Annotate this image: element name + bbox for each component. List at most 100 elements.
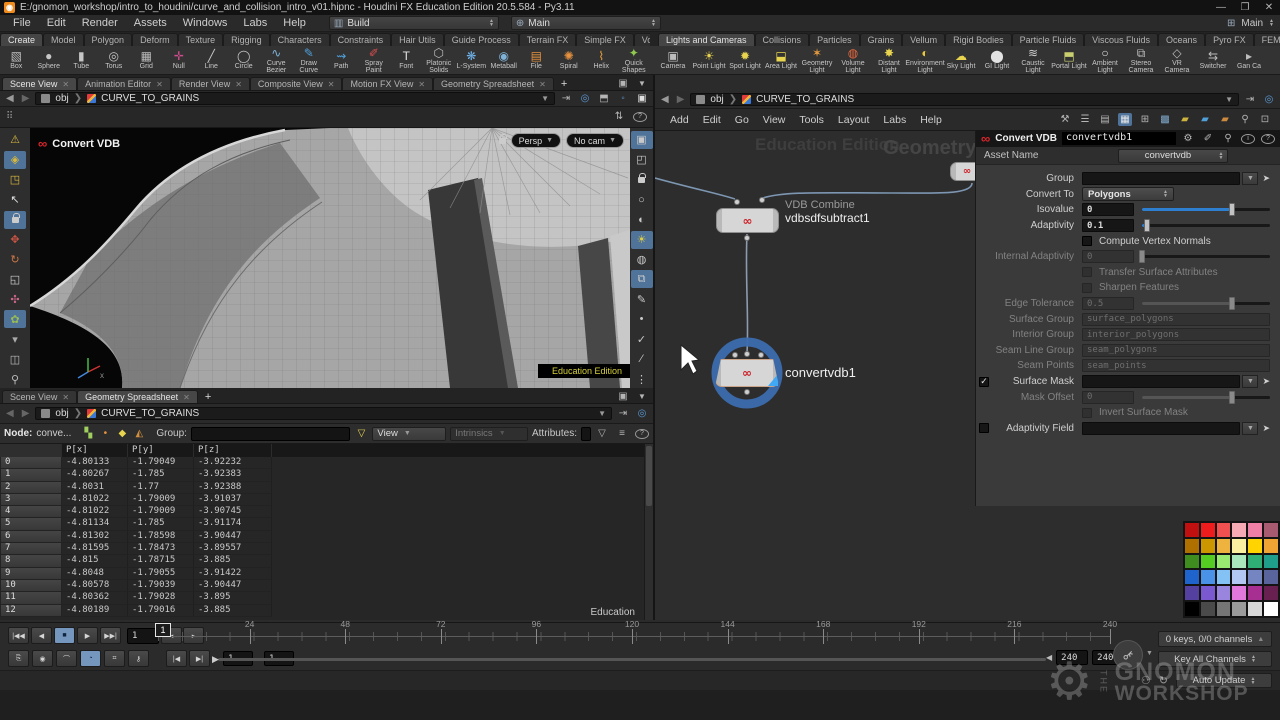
menu-button[interactable]: ▼ [1242,422,1258,435]
frame-range-icon[interactable]: ⌗ [104,650,125,667]
palette-swatch-16[interactable] [1248,555,1262,569]
palette-swatch-5[interactable] [1264,523,1278,537]
shelf-tab-rigid-bodies[interactable]: Rigid Bodies [945,33,1012,46]
network-menu-add[interactable]: Add [663,113,696,127]
shelf-tool-font[interactable]: TFont [390,46,423,75]
input-adaptivity-field[interactable] [1082,422,1240,435]
group-input[interactable] [191,427,350,441]
vectors-icon[interactable]: ⁄ [631,350,653,368]
tab-geometry-spreadsheet[interactable]: Geometry Spreadsheet✕ [433,77,554,90]
shelf-tool-tube[interactable]: ▮Tube [65,46,98,75]
checkbox-sharpen-features[interactable] [1082,283,1092,293]
camera-selector[interactable]: No cam▼ [566,133,624,148]
points-mode-icon[interactable]: ▚ [81,427,95,440]
menu-file[interactable]: File [6,16,38,30]
follow-playbar-icon[interactable]: ⎘ [8,650,29,667]
palette-swatch-20[interactable] [1217,570,1231,584]
snap-tool-icon[interactable]: ◳ [4,171,26,189]
sort-icon[interactable]: ⇅ [612,110,626,123]
frame-view-icon[interactable]: ◰ [631,151,653,169]
shelf-tab-characters[interactable]: Characters [270,33,330,46]
shelf-tool-path[interactable]: ⇝Path [325,46,358,75]
shelf-tool-grid[interactable]: ▦Grid [130,46,163,75]
input-mask-offset[interactable]: 0 [1082,391,1134,404]
stop-button[interactable]: ■ [54,627,75,644]
table-row[interactable]: 6-4.81302-1.78598-3.90447 [0,531,653,543]
palette-swatch-24[interactable] [1185,586,1199,600]
input-adaptivity[interactable]: 0.1 [1082,219,1134,232]
slider-mask-offset[interactable] [1142,396,1270,399]
palette-swatch-3[interactable] [1232,523,1246,537]
auto-update-select[interactable]: Auto Update▲▼ [1176,673,1272,688]
palette-swatch-2[interactable] [1217,523,1231,537]
key-menu-icon[interactable]: ▼ [1146,650,1153,657]
view-box-icon[interactable]: ◫ [4,350,26,368]
table-row[interactable]: 11-4.80362-1.79028-3.895 [0,592,653,604]
jump-start-button[interactable]: |◀◀ [8,627,29,644]
shelf-tool-circle[interactable]: ◯Circle [228,46,261,75]
palette-swatch-1[interactable] [1201,523,1215,537]
shelf-tab-polygon[interactable]: Polygon [84,33,133,46]
desk-label[interactable]: Main [1241,18,1263,29]
prims-mode-icon[interactable]: ◆ [115,427,129,440]
chevron-down-icon[interactable]: ▼ [1225,95,1233,104]
chevron-down-icon[interactable]: ▼ [598,409,606,418]
columns-icon[interactable]: ≡ [615,427,629,440]
back-icon[interactable]: ◀ [659,94,671,105]
pin-icon[interactable]: ⇥ [559,92,573,105]
node-input-dot[interactable] [744,351,750,357]
network-breadcrumb[interactable]: obj ❯ CURVE_TO_GRAINS ▼ [690,93,1239,106]
radial-menu-icon[interactable]: ◎ [1262,93,1276,106]
shelf-tool-null[interactable]: ✛Null [163,46,196,75]
color-palette-icon[interactable]: ▩ [1158,113,1172,126]
network-menu-layout[interactable]: Layout [831,113,877,127]
network-menu-labs[interactable]: Labs [876,113,913,127]
breadcrumb-root[interactable]: obj [55,93,68,104]
shelf-tab-volume[interactable]: Volume [634,33,650,46]
network-box-icon[interactable]: ▰ [1198,113,1212,126]
shelf-tab-texture[interactable]: Texture [178,33,224,46]
slider-handle[interactable] [1229,297,1235,310]
tree-icon[interactable]: ☰ [1078,113,1092,126]
range-end-input[interactable]: 240 [1056,650,1088,665]
help-icon[interactable]: ? [635,429,649,439]
shelf-tool-platonic-solids[interactable]: ⬡Platonic Solids [423,46,456,75]
palette-swatch-11[interactable] [1264,539,1278,553]
vertices-mode-icon[interactable]: • [98,427,112,440]
node-input-dot[interactable] [734,199,740,205]
network-menu-go[interactable]: Go [728,113,756,127]
shelf-tab-model[interactable]: Model [43,33,84,46]
detail-mode-icon[interactable]: ◭ [132,427,146,440]
network-menu-view[interactable]: View [756,113,793,127]
grid-view-icon[interactable]: ▦ [1118,113,1132,126]
slider-handle[interactable] [1139,250,1145,263]
timeline-ruler[interactable]: 1 24487296120144168192216240 [158,623,1110,649]
info-icon[interactable]: i [1241,134,1255,144]
palette-swatch-21[interactable] [1232,570,1246,584]
close-icon[interactable]: ✕ [328,80,335,89]
network-menu-tools[interactable]: Tools [792,113,831,127]
menu-windows[interactable]: Windows [176,16,235,30]
shelf-tool-caustic-light[interactable]: ≋Caustic Light [1015,46,1051,75]
menu-render[interactable]: Render [75,16,125,30]
points-icon[interactable]: • [631,310,653,328]
table-row[interactable]: 10-4.80578-1.79039-3.90447 [0,580,653,592]
param-enable-checkbox[interactable]: ✓ [979,377,989,387]
shelf-tool-line[interactable]: ╱Line [195,46,228,75]
desktop-combo[interactable]: ▥ Build ▲▼ [329,16,499,30]
recook-icon[interactable]: ↻ [1159,674,1168,687]
warning-icon[interactable]: ⚠ [4,131,26,149]
background-icon[interactable]: ▰ [1218,113,1232,126]
shelf-tab-grains[interactable]: Grains [860,33,903,46]
scene-breadcrumb[interactable]: obj ❯ CURVE_TO_GRAINS ▼ [35,92,555,105]
table-row[interactable]: 4-4.81022-1.79009-3.90745 [0,506,653,518]
menu-edit[interactable]: Edit [40,16,73,30]
shelf-tab-collisions[interactable]: Collisions [755,33,810,46]
shelf-tool-point-light[interactable]: ☀Point Light [691,46,727,75]
radial-menu-icon[interactable]: ◎ [635,407,649,420]
headlight-icon[interactable]: ☀ [631,231,653,249]
breadcrumb-node[interactable]: CURVE_TO_GRAINS [101,408,199,419]
brush-icon[interactable]: ✐ [1201,132,1215,145]
default-light-icon[interactable]: ○ [631,191,653,209]
display-flag-icon[interactable] [768,374,778,386]
